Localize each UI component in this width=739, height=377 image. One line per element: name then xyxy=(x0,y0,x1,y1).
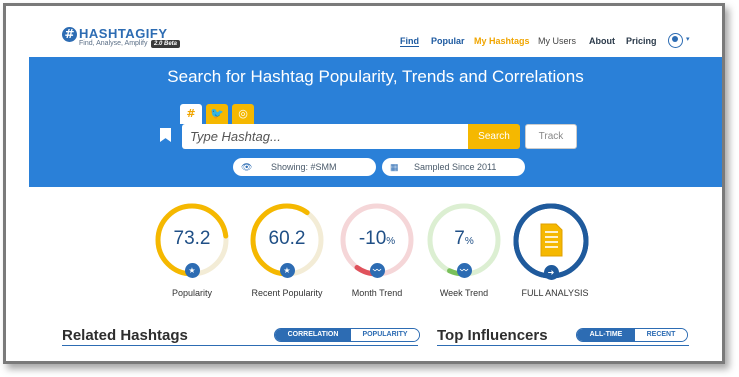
toggle-all-time[interactable]: ALL-TIME xyxy=(577,329,635,341)
gauge-value-number: 7 xyxy=(454,228,465,249)
star-icon: ★ xyxy=(279,263,295,278)
gauge-label-popularity: Popularity xyxy=(171,288,213,298)
full-analysis-button[interactable]: ➜ xyxy=(512,202,590,280)
nav-about[interactable]: About xyxy=(589,36,615,46)
gauge-month-trend[interactable]: -10% 〰 xyxy=(339,202,415,278)
gauge-value-suffix: % xyxy=(386,236,396,247)
beta-badge: 2.0 Beta xyxy=(151,40,181,48)
toggle-correlation[interactable]: CORRELATION xyxy=(275,329,351,341)
star-icon: ★ xyxy=(184,263,200,278)
search-hero: Search for Hashtag Popularity, Trends an… xyxy=(29,57,722,187)
top-influencers-title: Top Influencers xyxy=(437,327,548,344)
related-hashtags-title: Related Hashtags xyxy=(62,327,188,344)
calendar-icon: ▦ xyxy=(390,162,399,172)
gauge-value: 73.2 xyxy=(154,228,230,250)
document-icon xyxy=(540,223,563,257)
gauge-value: 60.2 xyxy=(249,228,325,250)
track-button[interactable]: Track xyxy=(525,124,577,149)
divider xyxy=(437,345,689,346)
gauge-value-number: 73.2 xyxy=(173,228,211,249)
nav-find[interactable]: Find xyxy=(400,36,419,47)
chevron-down-icon[interactable]: ▾ xyxy=(686,35,690,43)
logo-name: HASHTAGIFY xyxy=(79,26,168,41)
logo[interactable]: # HASHTAGIFY Find, Analyse, Amplify 2.0 … xyxy=(62,26,181,48)
arrow-right-icon: ➜ xyxy=(543,265,559,280)
gauge-value: -10% xyxy=(339,228,415,250)
showing-pill[interactable]: 👁 Showing: #SMM xyxy=(233,158,376,176)
sampled-text: Sampled Since 2011 xyxy=(414,162,497,172)
gauge-value-number: 60.2 xyxy=(268,228,306,249)
tab-instagram-icon[interactable]: ◎ xyxy=(232,104,254,124)
nav-popular[interactable]: Popular xyxy=(431,36,465,46)
search-button[interactable]: Search xyxy=(468,124,520,149)
gauge-popularity[interactable]: 73.2 ★ xyxy=(154,202,230,278)
trend-icon: 〰 xyxy=(369,263,385,278)
gauge-value-suffix: % xyxy=(464,236,474,247)
influencers-sort-toggle: ALL-TIME RECENT xyxy=(576,328,688,342)
gauge-label-full-analysis: FULL ANALYSIS xyxy=(521,288,589,298)
tab-hashtag[interactable]: # xyxy=(180,104,202,124)
gauge-value: 7% xyxy=(426,228,502,250)
gauge-recent-popularity[interactable]: 60.2 ★ xyxy=(249,202,325,278)
toggle-popularity[interactable]: POPULARITY xyxy=(351,329,419,341)
top-navigation: # HASHTAGIFY Find, Analyse, Amplify 2.0 … xyxy=(6,6,722,57)
nav-my-users[interactable]: My Users xyxy=(538,36,576,46)
hashtagify-logo-icon: # xyxy=(62,27,77,42)
hashtag-search-input[interactable] xyxy=(182,124,468,149)
divider xyxy=(62,345,418,346)
user-avatar-icon[interactable] xyxy=(668,33,683,48)
showing-text: Showing: #SMM xyxy=(271,162,337,172)
gauge-value-number: -10 xyxy=(358,228,387,249)
toggle-recent[interactable]: RECENT xyxy=(635,329,687,341)
eye-icon: 👁 xyxy=(241,162,253,172)
bookmark-icon[interactable] xyxy=(160,128,171,142)
browser-frame: # HASHTAGIFY Find, Analyse, Amplify 2.0 … xyxy=(3,3,725,364)
hero-title: Search for Hashtag Popularity, Trends an… xyxy=(167,67,584,86)
related-sort-toggle: CORRELATION POPULARITY xyxy=(274,328,420,342)
trend-icon: 〰 xyxy=(456,263,472,278)
nav-pricing[interactable]: Pricing xyxy=(626,36,657,46)
nav-my-hashtags[interactable]: My Hashtags xyxy=(474,36,530,46)
gauge-week-trend[interactable]: 7% 〰 xyxy=(426,202,502,278)
sampled-pill[interactable]: ▦ Sampled Since 2011 xyxy=(382,158,525,176)
tab-twitter-icon[interactable]: 🐦 xyxy=(206,104,228,124)
